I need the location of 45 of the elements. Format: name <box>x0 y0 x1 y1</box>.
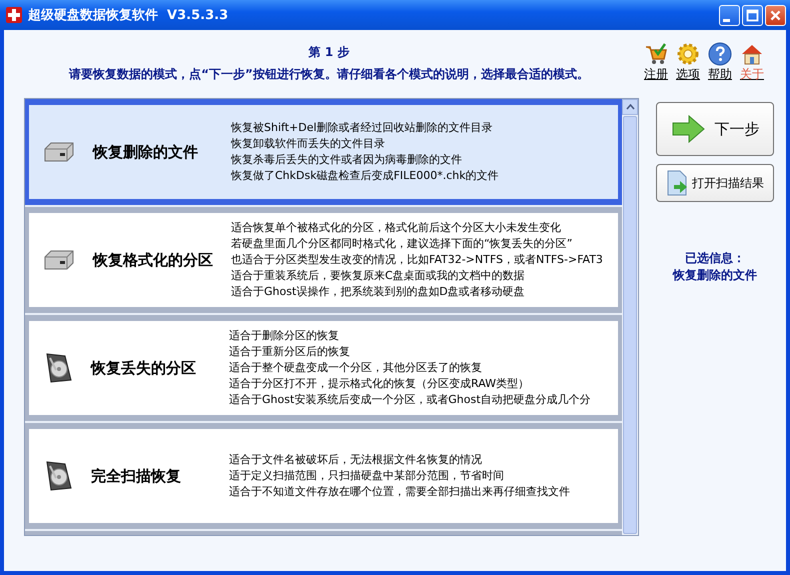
mode-description: 适合于Ghost安装系统后变成一个分区，或者Ghost自动把硬盘分成几个分 <box>229 392 591 408</box>
hard-drive-icon <box>43 141 75 163</box>
arrow-right-icon <box>670 115 704 143</box>
mode-description: 适合于重新分区后的恢复 <box>229 344 351 360</box>
toolbar-link[interactable]: 注册 <box>644 42 668 83</box>
step-heading: 第 1 步 <box>308 44 350 61</box>
mode-option[interactable]: 恢复删除的文件 恢复被Shift+Del删除或者经过回收站删除的文件目录 恢复卸载软件而丢失的文件目录 恢复杀毒后丢失的文件或者因为病毒删除的文件 恢复做了ChkDsk磁盘检查后变成FILE000*.chk的文件 <box>25 99 622 207</box>
mode-description: 适合于重装系统后，要恢复原来C盘桌面或我的文档中的数据 <box>231 268 526 284</box>
mode-description: 适合于文件名被破坏后，无法根据文件名恢复的情况 <box>229 452 483 468</box>
mode-description: 适合于删除分区的恢复 <box>229 328 340 344</box>
gear-icon <box>676 42 700 66</box>
help-icon <box>708 42 732 66</box>
mode-description: 适合于不知道文件存放在哪个位置，需要全部扫描出来再仔细查找文件 <box>229 484 570 500</box>
caret-up-icon <box>626 104 634 110</box>
next-step-button[interactable]: 下一步 <box>656 102 774 156</box>
mode-description: 恢复做了ChkDsk磁盘检查后变成FILE000*.chk的文件 <box>231 168 499 184</box>
scrollbar[interactable] <box>622 99 638 535</box>
mode-description: 也适合于分区类型发生改变的情况，比如FAT32->NTFS，或者NTFS->FAT3 <box>231 252 603 268</box>
hard-drive-icon <box>43 249 75 271</box>
selection-value: 恢复删除的文件 <box>673 267 757 284</box>
mode-title: 恢复丢失的分区 <box>91 358 197 378</box>
mode-description: 适合于分区打不开，提示格式化的恢复（分区变成RAW类型） <box>229 376 530 392</box>
instruction-text: 请要恢复数据的模式，点“下一步”按钮进行恢复。请仔细看各个模式的说明，选择最合适的模式。 <box>68 66 590 83</box>
close-button[interactable] <box>765 4 786 26</box>
selection-label: 已选信息： <box>684 250 746 267</box>
minimize-button[interactable] <box>719 4 740 26</box>
mode-description: 适于定义扫描范围，只扫描硬盘中某部分范围，节省时间 <box>229 468 505 484</box>
maximize-button[interactable] <box>742 4 763 26</box>
mode-description: 恢复杀毒后丢失的文件或者因为病毒删除的文件 <box>231 152 463 168</box>
mode-title: 完全扫描恢复 <box>91 466 182 486</box>
mode-title: 恢复格式化的分区 <box>93 250 214 270</box>
house-icon <box>740 42 764 66</box>
mode-description: 若硬盘里面几个分区都同时格式化，建议选择下面的“恢复丢失的分区” <box>231 236 574 252</box>
mode-description: 适合于整个硬盘变成一个分区，其他分区丢了的恢复 <box>229 360 483 376</box>
mode-description: 适合于Ghost误操作，把系统装到别的盘如D盘或者移动硬盘 <box>231 284 526 300</box>
cart-icon <box>644 42 668 66</box>
mode-title: 恢复删除的文件 <box>93 142 199 162</box>
mode-description: 适合恢复单个被格式化的分区，格式化前后这个分区大小未发生变化 <box>231 220 562 236</box>
minimize-icon <box>723 18 730 22</box>
mode-description: 恢复被Shift+Del删除或者经过回收站删除的文件目录 <box>231 120 494 136</box>
mode-description: 恢复卸载软件而丢失的文件目录 <box>231 136 386 152</box>
open-results-button[interactable]: 打开扫描结果 <box>656 164 774 202</box>
toolbar-link[interactable]: 帮助 <box>708 42 732 83</box>
first-aid-icon <box>6 7 22 23</box>
window-title: 超级硬盘数据恢复软件 V3.5.3.3 <box>28 7 228 24</box>
